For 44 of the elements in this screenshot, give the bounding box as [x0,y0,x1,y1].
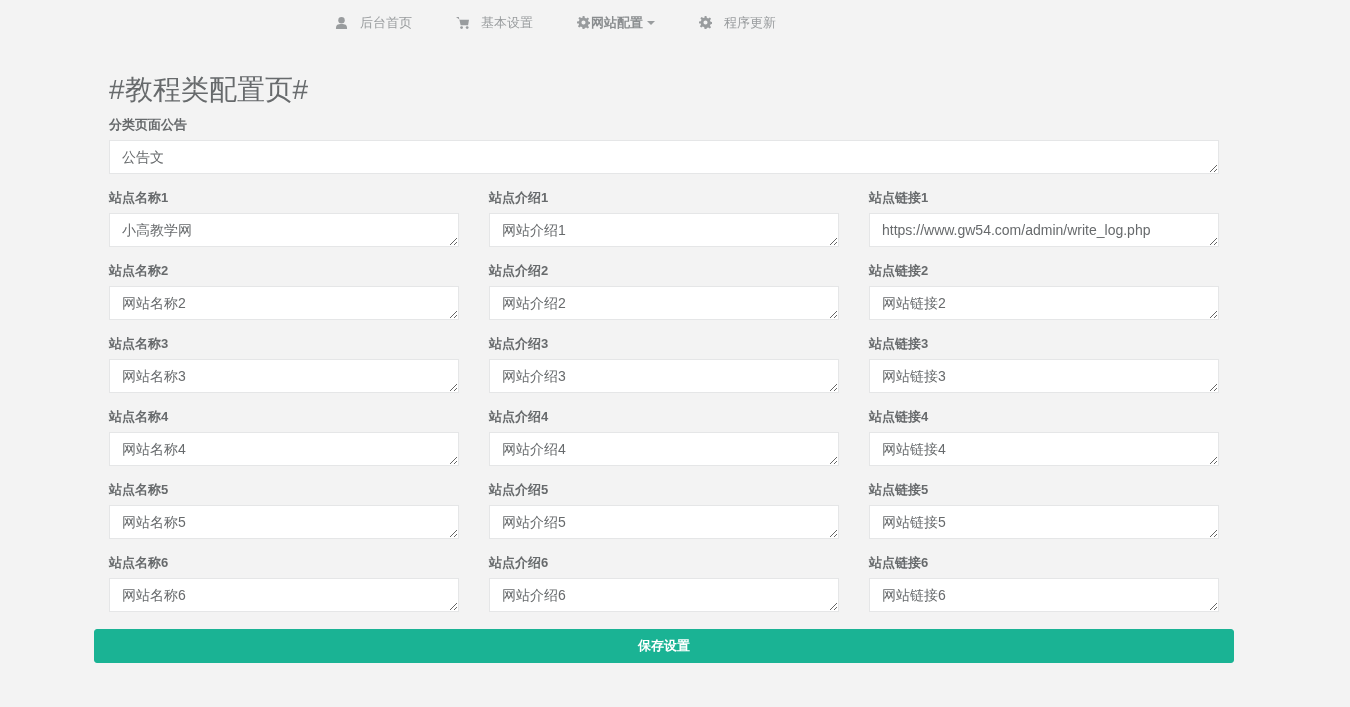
field-label: 站点名称4 [109,409,170,424]
field-label: 站点链接6 [869,555,930,570]
field-label: 站点介绍1 [489,190,550,205]
field-label: 站点链接5 [869,482,930,497]
input-field[interactable]: 网站介绍5 [489,505,839,539]
field-label: 站点介绍5 [489,482,550,497]
gear-icon [577,16,590,29]
input-field[interactable]: 网站链接3 [869,359,1219,393]
input-field[interactable]: 网站链接4 [869,432,1219,466]
input-field[interactable]: 网站链接2 [869,286,1219,320]
input-field[interactable]: 网站介绍6 [489,578,839,612]
field-label: 站点名称1 [109,190,170,205]
field-label: 站点链接3 [869,336,930,351]
field-label: 站点链接1 [869,190,930,205]
field-label: 站点介绍3 [489,336,550,351]
input-field[interactable]: 小高教学网 [109,213,459,247]
gear-icon [699,16,712,29]
field-label: 站点名称5 [109,482,170,497]
input-field[interactable]: https://www.gw54.com/admin/write_log.php [869,213,1219,247]
field-label: 站点介绍6 [489,555,550,570]
input-field[interactable]: 网站介绍2 [489,286,839,320]
input-field[interactable]: 网站名称5 [109,505,459,539]
input-field[interactable]: 网站名称2 [109,286,459,320]
input-field[interactable]: 网站介绍3 [489,359,839,393]
input-field[interactable]: 网站介绍1 [489,213,839,247]
nav-dropdown[interactable]: 网站配置 [555,13,677,32]
field-label: 站点链接2 [869,263,930,278]
input-field[interactable]: 网站链接6 [869,578,1219,612]
page-title: #教程类配置页# [109,73,310,107]
input-field[interactable]: 网站名称4 [109,432,459,466]
field-label: 站点链接4 [869,409,930,424]
field-label: 站点名称3 [109,336,170,351]
input-field[interactable]: 网站名称3 [109,359,459,393]
user-icon [335,16,348,29]
field-label: 分类页面公告 [109,117,188,132]
cart-icon [456,16,469,29]
field-label: 站点名称2 [109,263,170,278]
input-field[interactable]: 网站介绍4 [489,432,839,466]
announcement-field[interactable]: 公告文 [109,140,1219,174]
field-label: 站点介绍4 [489,409,550,424]
input-field[interactable]: 网站名称6 [109,578,459,612]
field-label: 站点介绍2 [489,263,550,278]
input-field[interactable]: 网站链接5 [869,505,1219,539]
field-label: 站点名称6 [109,555,170,570]
